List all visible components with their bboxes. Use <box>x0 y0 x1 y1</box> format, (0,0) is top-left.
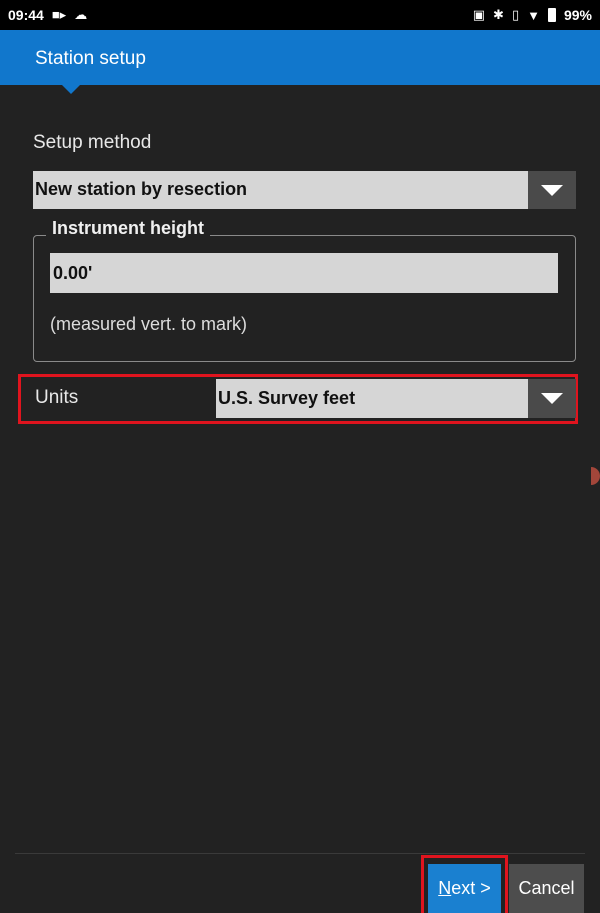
clock: 09:44 <box>8 7 44 23</box>
bluetooth-icon: ✱ <box>493 7 504 22</box>
setup-method-value: New station by resection <box>35 179 248 199</box>
app-bar-pointer <box>62 85 80 94</box>
instrument-height-title: Instrument height <box>46 218 210 239</box>
units-label: Units <box>35 387 79 408</box>
wifi-icon: ▼ <box>527 7 540 23</box>
cancel-button[interactable]: Cancel <box>509 864 584 913</box>
next-label: ext > <box>451 878 491 898</box>
page-title: Station setup <box>35 48 146 69</box>
footer-divider <box>15 853 585 854</box>
next-button[interactable]: Next > <box>428 864 501 913</box>
video-icon: ■▸ <box>51 7 67 22</box>
setup-method-dropdown[interactable]: New station by resection <box>33 171 576 209</box>
next-mnemonic: N <box>438 878 452 898</box>
setup-method-label: Setup method <box>33 132 152 153</box>
status-bar-right: ▣ ✱ ▯ ▼ 99% <box>473 7 592 23</box>
instrument-height-hint: (measured vert. to mark) <box>50 314 248 334</box>
cast-icon: ▣ <box>472 7 486 22</box>
chevron-down-icon <box>541 184 563 196</box>
units-dropdown[interactable]: U.S. Survey feet <box>216 379 576 418</box>
vibrate-icon: ▯ <box>511 7 520 22</box>
setup-method-dropdown-button[interactable] <box>528 171 576 209</box>
units-value: U.S. Survey feet <box>218 388 356 408</box>
cloud-icon: ☁ <box>74 7 88 22</box>
battery-percent: 99% <box>563 7 592 23</box>
status-bar-left: 09:44 ■▸ ☁ <box>8 7 87 23</box>
status-bar: 09:44 ■▸ ☁ ▣ ✱ ▯ ▼ 99% <box>0 0 600 30</box>
units-dropdown-button[interactable] <box>528 379 576 418</box>
instrument-height-input[interactable]: 0.00' <box>50 253 558 293</box>
scroll-indicator <box>591 467 600 485</box>
battery-icon <box>547 8 556 22</box>
app-bar: Station setup <box>0 30 600 85</box>
chevron-down-icon <box>541 393 563 404</box>
